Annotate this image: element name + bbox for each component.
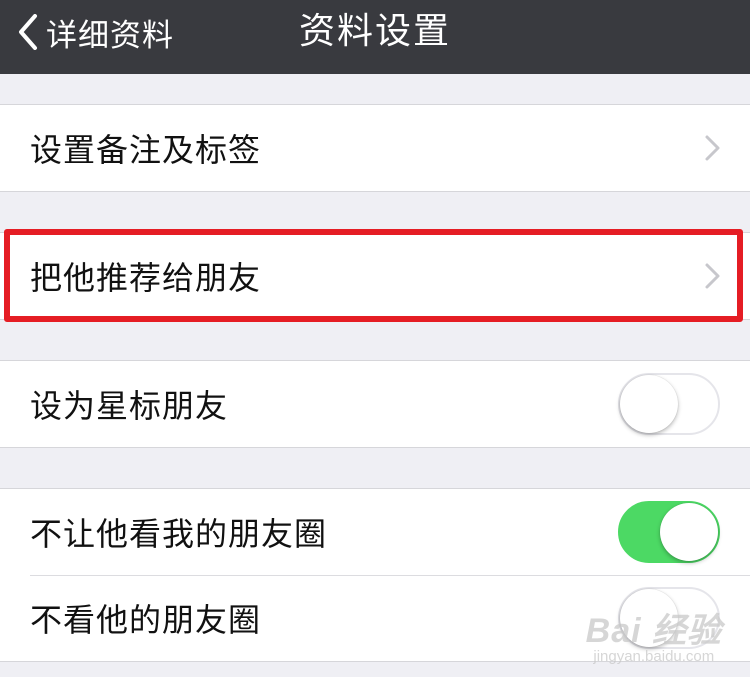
cell-recommend-to-friend[interactable]: 把他推荐给朋友 bbox=[0, 233, 750, 319]
settings-group-recommend: 把他推荐给朋友 bbox=[0, 232, 750, 320]
cell-label: 设为星标朋友 bbox=[30, 387, 229, 425]
cell-label: 不看他的朋友圈 bbox=[30, 601, 262, 639]
watermark: Bai 经验 jingyan.baidu.com bbox=[586, 603, 722, 665]
star-friend-toggle[interactable] bbox=[618, 373, 720, 435]
navigation-bar: 详细资料 资料设置 bbox=[0, 0, 750, 74]
settings-group-star: 设为星标朋友 bbox=[0, 360, 750, 448]
watermark-url: jingyan.baidu.com bbox=[593, 648, 715, 665]
cell-hide-my-moments: 不让他看我的朋友圈 bbox=[0, 489, 750, 575]
watermark-logo: Bai 经验 bbox=[585, 612, 722, 650]
chevron-right-icon bbox=[705, 263, 720, 289]
cell-star-friend: 设为星标朋友 bbox=[0, 361, 750, 447]
chevron-right-icon bbox=[705, 135, 720, 161]
cell-label: 设置备注及标签 bbox=[30, 131, 262, 169]
toggle-knob bbox=[660, 503, 718, 561]
page-title: 资料设置 bbox=[298, 11, 451, 52]
settings-group-remark: 设置备注及标签 bbox=[0, 104, 750, 192]
cell-label: 把他推荐给朋友 bbox=[30, 259, 262, 297]
hide-my-moments-toggle[interactable] bbox=[618, 501, 720, 563]
cell-label: 不让他看我的朋友圈 bbox=[30, 515, 328, 553]
cell-set-remark-and-tags[interactable]: 设置备注及标签 bbox=[0, 105, 750, 191]
toggle-knob bbox=[620, 375, 678, 433]
